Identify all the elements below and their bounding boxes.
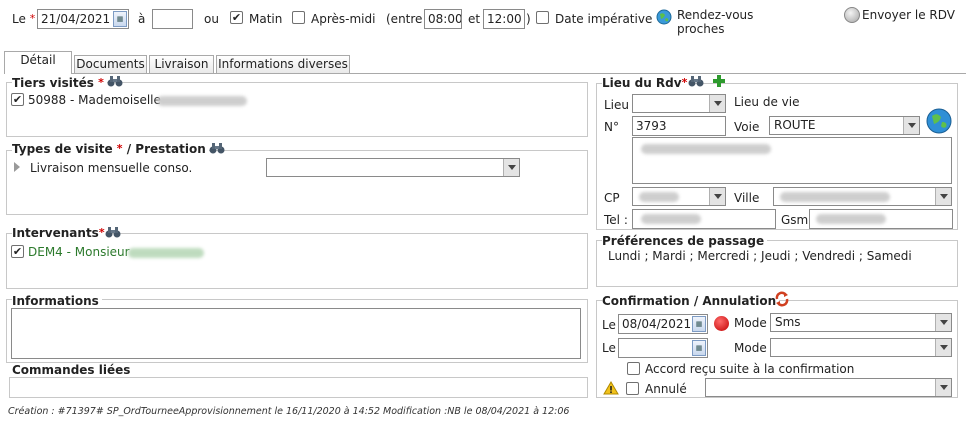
voie-select[interactable]: ROUTE	[769, 116, 920, 135]
status-red-icon	[714, 316, 729, 331]
cp-label: CP	[604, 191, 620, 205]
date-imperative-checkbox[interactable]	[536, 11, 549, 24]
tab-informations-diverses[interactable]: Informations diverses	[216, 55, 350, 73]
types-item-label: Livraison mensuelle conso.	[30, 161, 193, 175]
ou-label: ou	[204, 12, 219, 26]
refresh-icon[interactable]	[774, 291, 790, 307]
accord-label: Accord reçu suite à la confirmation	[645, 362, 855, 376]
ville-label: Ville	[734, 191, 760, 205]
date-to-input[interactable]	[152, 9, 193, 29]
intervenants-section	[6, 233, 588, 289]
tel-redacted	[641, 214, 701, 224]
audit-footer: Création : #71397# SP_OrdTourneeApprovis…	[8, 406, 570, 417]
calendar-icon[interactable]: ▦	[113, 11, 127, 27]
mode-select[interactable]: Sms	[770, 313, 952, 332]
rdv-proches-line1: Rendez-vous	[677, 8, 754, 22]
gsm-label: Gsm	[781, 213, 809, 227]
cp-redacted	[639, 192, 679, 202]
lieu-de-vie-label: Lieu de vie	[734, 95, 800, 109]
lieu-select[interactable]	[632, 94, 726, 113]
binoculars-icon[interactable]	[107, 75, 123, 87]
mode-label: Mode	[734, 316, 767, 330]
confirmation-le2-label: Le	[602, 341, 616, 355]
apres-midi-checkbox[interactable]	[292, 11, 305, 24]
binoculars-icon[interactable]	[105, 226, 121, 238]
intervenant-item-label: DEM4 - Monsieur	[28, 245, 130, 259]
annule-select[interactable]	[705, 378, 952, 397]
tiers-name-redacted	[157, 96, 247, 106]
commandes-title: Commandes liées	[12, 363, 134, 377]
apres-midi-label: Après-midi	[311, 12, 376, 26]
add-icon[interactable]	[712, 74, 726, 88]
tiers-checkbox[interactable]: ✔	[11, 93, 24, 106]
ville-select[interactable]	[773, 187, 952, 206]
tab-detail[interactable]: Détail	[4, 51, 72, 74]
tel-input[interactable]	[632, 209, 776, 229]
confirmation-date2-input[interactable]: ▦	[618, 338, 708, 358]
prestation-select[interactable]	[266, 158, 520, 177]
et-label: et	[468, 12, 481, 26]
rdv-proches-line2: proches	[677, 22, 725, 36]
le-label: Le *	[12, 12, 36, 26]
no-label: N°	[604, 120, 619, 134]
tabs-baseline	[4, 73, 966, 74]
tiers-title: Tiers visités *	[12, 76, 107, 90]
gsm-redacted	[816, 214, 886, 224]
commandes-list[interactable]	[9, 377, 588, 398]
time-from-input[interactable]: 08:00	[424, 9, 462, 29]
a-label: à	[138, 12, 146, 26]
lieu-label: Lieu	[604, 98, 630, 112]
accord-checkbox[interactable]	[627, 362, 640, 375]
cp-select[interactable]	[632, 187, 726, 206]
send-rdv-icon[interactable]	[844, 7, 860, 23]
annule-checkbox[interactable]	[626, 382, 639, 395]
address-textarea[interactable]	[632, 137, 952, 184]
tel-label: Tel :	[604, 213, 628, 227]
calendar-icon[interactable]: ▦	[692, 316, 706, 332]
types-title: Types de visite * / Prestation	[12, 142, 209, 156]
matin-label: Matin	[249, 12, 283, 26]
tab-livraison[interactable]: Livraison	[149, 55, 214, 73]
tab-documents[interactable]: Documents	[74, 55, 147, 73]
mode2-label: Mode	[734, 341, 767, 355]
binoculars-icon[interactable]	[209, 142, 225, 154]
lieu-title: Lieu du Rdv*	[602, 76, 691, 90]
tiers-section	[6, 82, 588, 137]
date-imperative-label: Date impérative	[555, 12, 653, 26]
close-paren: )	[526, 12, 531, 26]
address-redacted	[641, 144, 771, 154]
preferences-days: Lundi ; Mardi ; Mercredi ; Jeudi ; Vendr…	[608, 249, 912, 263]
no-input[interactable]: 3793	[632, 116, 726, 136]
annule-label: Annulé	[645, 382, 687, 396]
time-to-input[interactable]: 12:00	[483, 9, 525, 29]
preferences-title: Préférences de passage	[602, 234, 768, 248]
informations-textarea[interactable]	[11, 308, 581, 359]
calendar-icon[interactable]: ▦	[692, 340, 706, 356]
binoculars-icon[interactable]	[688, 75, 704, 87]
matin-checkbox[interactable]: ✔	[230, 11, 243, 24]
rdv-proches-link[interactable]: Rendez-vous proches	[677, 8, 753, 36]
date-from-input[interactable]: 21/04/2021 ▦	[37, 9, 129, 29]
warning-icon	[603, 381, 619, 395]
mode2-select[interactable]	[770, 338, 952, 357]
ville-redacted	[780, 192, 890, 202]
confirmation-date-input[interactable]: 08/04/2021 ▦	[618, 314, 708, 334]
confirmation-le-label: Le	[602, 318, 616, 332]
voie-label: Voie	[734, 120, 760, 134]
informations-title: Informations	[12, 294, 102, 308]
expand-arrow-icon[interactable]	[14, 162, 20, 172]
globe-icon[interactable]	[656, 9, 672, 25]
confirmation-title: Confirmation / Annulation	[602, 294, 780, 308]
intervenant-name-redacted	[128, 248, 204, 258]
tiers-item-label: 50988 - Mademoiselle	[28, 93, 161, 107]
globe-icon[interactable]	[926, 108, 952, 134]
intervenants-title: Intervenants*	[12, 226, 108, 240]
intervenant-checkbox[interactable]: ✔	[11, 245, 24, 258]
entre-label: (entre	[386, 12, 423, 26]
gsm-input[interactable]	[809, 209, 953, 229]
send-rdv-button[interactable]: Envoyer le RDV	[862, 8, 955, 22]
